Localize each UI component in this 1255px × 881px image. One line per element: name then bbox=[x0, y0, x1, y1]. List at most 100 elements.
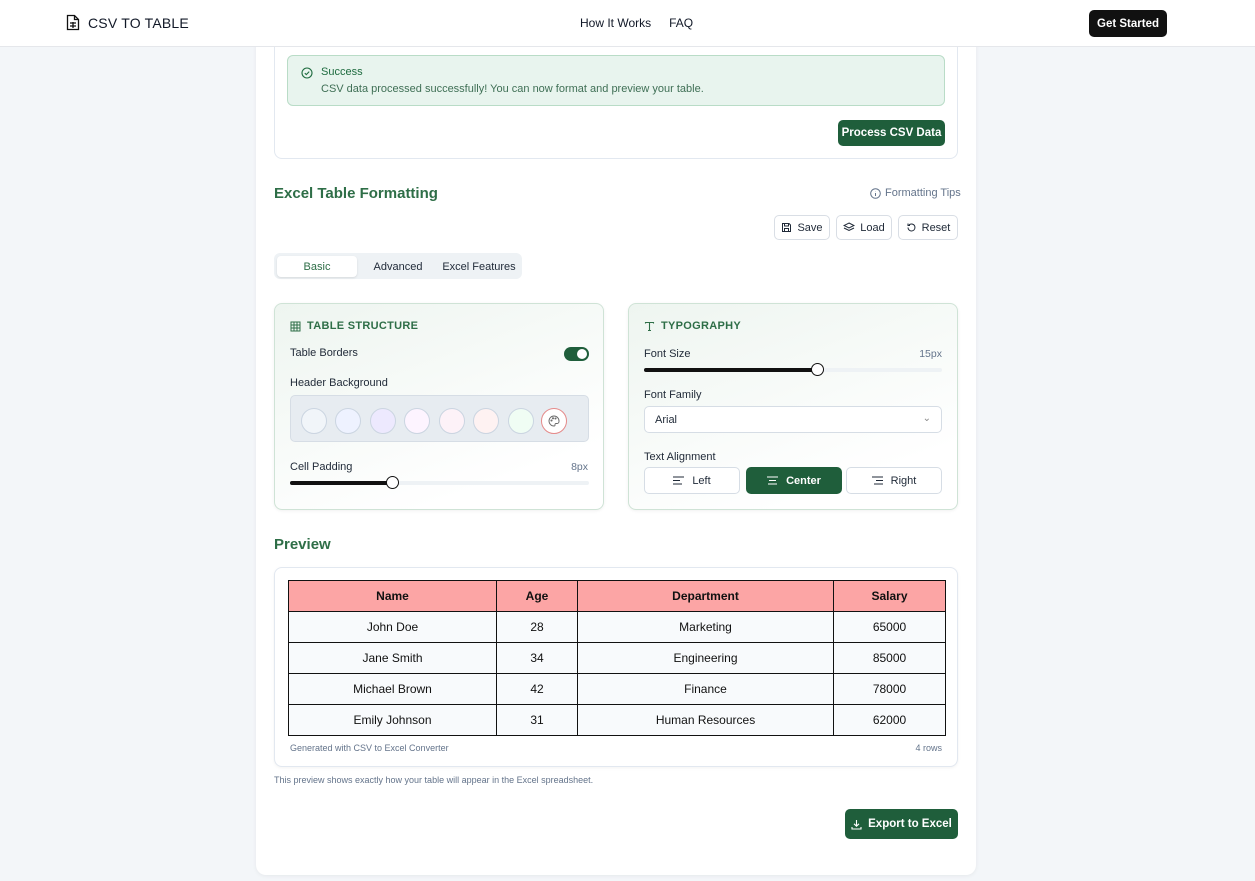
formatting-tips-link[interactable]: Formatting Tips bbox=[870, 187, 961, 199]
color-swatch[interactable] bbox=[335, 408, 361, 434]
align-left-button[interactable]: Left bbox=[644, 467, 740, 494]
palette-icon bbox=[548, 415, 560, 427]
preview-title: Preview bbox=[274, 536, 331, 553]
slider-thumb[interactable] bbox=[810, 363, 824, 376]
save-label: Save bbox=[797, 221, 823, 234]
info-icon bbox=[870, 187, 881, 199]
font-family-value: Arial bbox=[655, 413, 678, 426]
cell-padding-label: Cell Padding bbox=[290, 461, 353, 473]
alert-message: CSV data processed successfully! You can… bbox=[321, 83, 704, 95]
preview-footer-credit: Generated with CSV to Excel Converter bbox=[290, 743, 449, 753]
chevron-down-icon: ⌄ bbox=[922, 413, 931, 424]
formatting-tips-label: Formatting Tips bbox=[885, 187, 961, 199]
nav-link-how-it-works[interactable]: How It Works bbox=[580, 16, 651, 30]
color-swatch[interactable] bbox=[301, 408, 327, 434]
typography-panel: TYPOGRAPHY Font Size 15px Font Family Ar… bbox=[628, 303, 958, 510]
success-alert: Success CSV data processed successfully!… bbox=[287, 55, 945, 106]
header-background-label: Header Background bbox=[290, 377, 388, 389]
column-header: Name bbox=[288, 580, 497, 612]
table-cell: Emily Johnson bbox=[288, 704, 497, 736]
reset-label: Reset bbox=[921, 221, 951, 234]
process-csv-button[interactable]: Process CSV Data bbox=[838, 120, 945, 146]
color-swatch[interactable] bbox=[439, 408, 465, 434]
table-cell: 34 bbox=[496, 642, 578, 674]
table-cell: 85000 bbox=[833, 642, 946, 674]
export-label: Export to Excel bbox=[868, 818, 952, 830]
table-structure-title: TABLE STRUCTURE bbox=[307, 320, 419, 332]
table-cell: Marketing bbox=[577, 611, 834, 643]
table-cell: John Doe bbox=[288, 611, 497, 643]
check-circle-icon bbox=[301, 67, 313, 79]
typography-heading: TYPOGRAPHY bbox=[644, 320, 741, 332]
preview-note: This preview shows exactly how your tabl… bbox=[274, 775, 594, 785]
typography-title: TYPOGRAPHY bbox=[661, 320, 742, 332]
table-cell: Human Resources bbox=[577, 704, 834, 736]
table-borders-toggle[interactable] bbox=[564, 347, 589, 361]
color-swatch[interactable] bbox=[404, 408, 430, 434]
table-cell: 28 bbox=[496, 611, 578, 643]
font-size-label: Font Size bbox=[644, 348, 691, 360]
cell-padding-slider[interactable] bbox=[290, 476, 589, 489]
table-cell: Jane Smith bbox=[288, 642, 497, 674]
load-label: Load bbox=[860, 221, 885, 234]
color-picker-button[interactable] bbox=[541, 408, 567, 434]
tab-advanced[interactable]: Advanced bbox=[362, 256, 434, 277]
alert-title: Success bbox=[321, 66, 363, 78]
formatting-tabs: Basic Advanced Excel Features bbox=[274, 253, 522, 279]
align-right-icon bbox=[871, 476, 883, 485]
grid-icon bbox=[290, 321, 301, 331]
font-family-select[interactable]: Arial ⌄ bbox=[644, 406, 942, 433]
export-to-excel-button[interactable]: Export to Excel bbox=[845, 809, 958, 839]
table-cell: Engineering bbox=[577, 642, 834, 674]
table-row: Emily Johnson 31 Human Resources 62000 bbox=[288, 704, 946, 736]
file-spreadsheet-icon bbox=[66, 14, 80, 31]
nav-link-faq[interactable]: FAQ bbox=[669, 16, 693, 30]
table-cell: Michael Brown bbox=[288, 673, 497, 705]
tab-excel-features[interactable]: Excel Features bbox=[438, 256, 520, 277]
table-structure-heading: TABLE STRUCTURE bbox=[290, 320, 418, 332]
table-cell: 65000 bbox=[833, 611, 946, 643]
color-swatch[interactable] bbox=[370, 408, 396, 434]
align-right-button[interactable]: Right bbox=[846, 467, 942, 494]
save-icon bbox=[782, 223, 792, 232]
formatting-title: Excel Table Formatting bbox=[274, 185, 438, 202]
slider-fill bbox=[644, 368, 817, 372]
table-cell: 31 bbox=[496, 704, 578, 736]
slider-fill bbox=[290, 481, 392, 485]
column-header: Age bbox=[496, 580, 578, 612]
font-family-label: Font Family bbox=[644, 389, 702, 401]
align-left-label: Left bbox=[692, 474, 711, 487]
load-button[interactable]: Load bbox=[836, 215, 892, 240]
align-left-icon bbox=[673, 476, 685, 485]
layers-icon bbox=[843, 222, 856, 232]
table-row: Michael Brown 42 Finance 78000 bbox=[288, 673, 946, 705]
download-icon bbox=[851, 819, 862, 830]
table-structure-panel: TABLE STRUCTURE Table Borders Header Bac… bbox=[274, 303, 604, 510]
color-swatch[interactable] bbox=[473, 408, 499, 434]
top-nav: CSV TO TABLE How It Works FAQ Get Starte… bbox=[0, 0, 1255, 47]
preview-table: Name Age Department Salary John Doe 28 M… bbox=[288, 580, 946, 736]
table-cell: 42 bbox=[496, 673, 578, 705]
column-header: Salary bbox=[833, 580, 946, 612]
cell-padding-value: 8px bbox=[571, 461, 588, 473]
nav-links: How It Works FAQ bbox=[580, 16, 693, 30]
brand[interactable]: CSV TO TABLE bbox=[66, 14, 189, 31]
color-swatch[interactable] bbox=[508, 408, 534, 434]
column-header: Department bbox=[577, 580, 834, 612]
table-cell: Finance bbox=[577, 673, 834, 705]
slider-thumb[interactable] bbox=[385, 476, 399, 489]
align-center-button[interactable]: Center bbox=[746, 467, 842, 494]
get-started-button[interactable]: Get Started bbox=[1089, 10, 1167, 37]
tab-basic[interactable]: Basic bbox=[277, 256, 357, 277]
table-row: Jane Smith 34 Engineering 85000 bbox=[288, 642, 946, 674]
text-alignment-label: Text Alignment bbox=[644, 451, 716, 463]
reset-button[interactable]: Reset bbox=[898, 215, 958, 240]
save-button[interactable]: Save bbox=[774, 215, 830, 240]
rotate-ccw-icon bbox=[907, 223, 916, 232]
align-center-label: Center bbox=[786, 474, 821, 487]
header-background-swatches bbox=[290, 395, 589, 442]
align-center-icon bbox=[767, 476, 779, 485]
table-cell: 78000 bbox=[833, 673, 946, 705]
font-size-slider[interactable] bbox=[644, 363, 942, 376]
preview-row-count: 4 rows bbox=[915, 743, 942, 753]
